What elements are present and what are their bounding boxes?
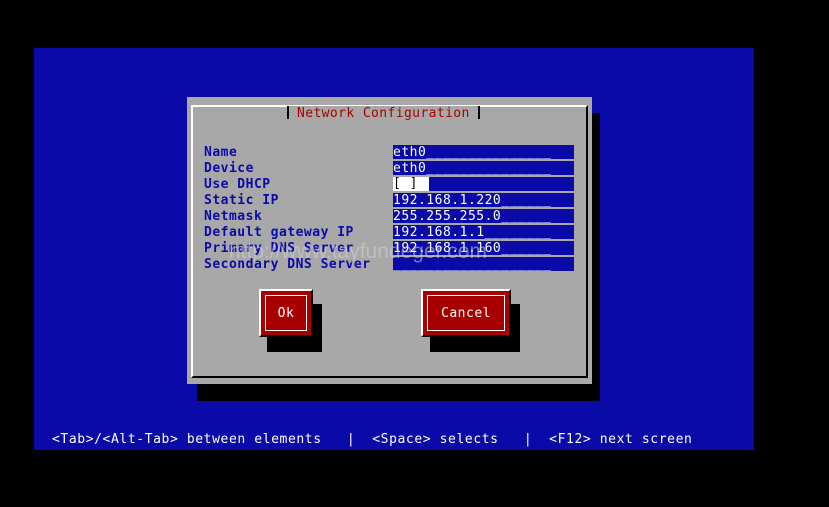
name-field[interactable]: eth0_______________ xyxy=(393,145,574,159)
field-inputs: eth0_______________ eth0_______________ … xyxy=(393,145,574,273)
help-bar: <Tab>/<Alt-Tab> between elements | <Spac… xyxy=(52,432,693,447)
use-dhcp-checkbox[interactable]: [ ] xyxy=(393,177,429,191)
secondary-dns-field[interactable]: ___________________ xyxy=(393,257,574,271)
ok-button[interactable]: Ok xyxy=(259,289,313,337)
use-dhcp-row: [ ] xyxy=(393,177,574,191)
use-dhcp-spacer xyxy=(429,177,574,191)
ok-button-inner: Ok xyxy=(265,295,307,331)
label-primary-dns: Primary DNS Server xyxy=(204,241,354,256)
field-labels: Name Device Use DHCP Static IP Netmask D… xyxy=(204,145,371,273)
label-device: Device xyxy=(204,161,254,176)
label-secondary-dns: Secondary DNS Server xyxy=(204,257,371,272)
primary-dns-field[interactable]: 192.168.1.160______ xyxy=(393,241,574,255)
ok-button-label: Ok xyxy=(277,305,295,321)
cancel-button[interactable]: Cancel xyxy=(421,289,511,337)
label-use-dhcp: Use DHCP xyxy=(204,177,271,192)
label-name: Name xyxy=(204,145,238,160)
cancel-button-label: Cancel xyxy=(441,305,491,321)
device-field[interactable]: eth0_______________ xyxy=(393,161,574,175)
netmask-field[interactable]: 255.255.255.0______ xyxy=(393,209,574,223)
label-static-ip: Static IP xyxy=(204,193,279,208)
static-ip-field[interactable]: 192.168.1.220______ xyxy=(393,193,574,207)
dialog-title: Network Configuration xyxy=(287,106,480,122)
label-gateway: Default gateway IP xyxy=(204,225,354,240)
label-netmask: Netmask xyxy=(204,209,263,224)
gateway-field[interactable]: 192.168.1.1________ xyxy=(393,225,574,239)
cancel-button-inner: Cancel xyxy=(427,295,505,331)
